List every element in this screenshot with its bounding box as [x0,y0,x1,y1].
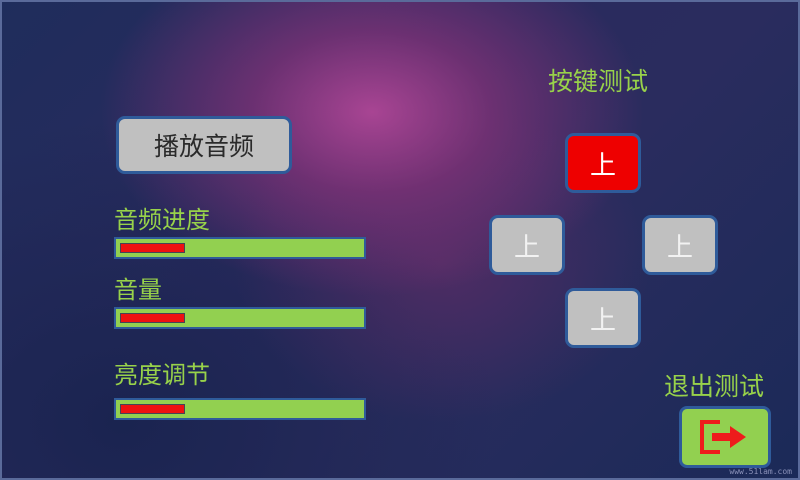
test-screen: 播放音频 音频进度 音量 亮度调节 按键测试 上 上 上 上 退出测试 www.… [0,0,800,480]
key-test-title: 按键测试 [548,67,649,96]
brightness-fill [120,404,185,414]
play-audio-button[interactable]: 播放音频 [116,116,292,174]
audio-progress-fill [120,243,185,253]
exit-test-button[interactable] [679,406,771,468]
key-left-button[interactable]: 上 [489,215,565,275]
exit-test-label: 退出测试 [664,372,765,401]
brightness-label: 亮度调节 [114,361,210,389]
audio-progress-bar[interactable] [114,237,366,259]
audio-progress-label: 音频进度 [114,206,210,234]
volume-label: 音量 [114,276,162,304]
key-up-button[interactable]: 上 [565,133,641,193]
brightness-bar[interactable] [114,398,366,420]
volume-fill [120,313,185,323]
key-right-button[interactable]: 上 [642,215,718,275]
key-down-button[interactable]: 上 [565,288,641,348]
exit-icon [700,420,746,454]
watermark: www.51lam.com [729,467,792,476]
volume-bar[interactable] [114,307,366,329]
